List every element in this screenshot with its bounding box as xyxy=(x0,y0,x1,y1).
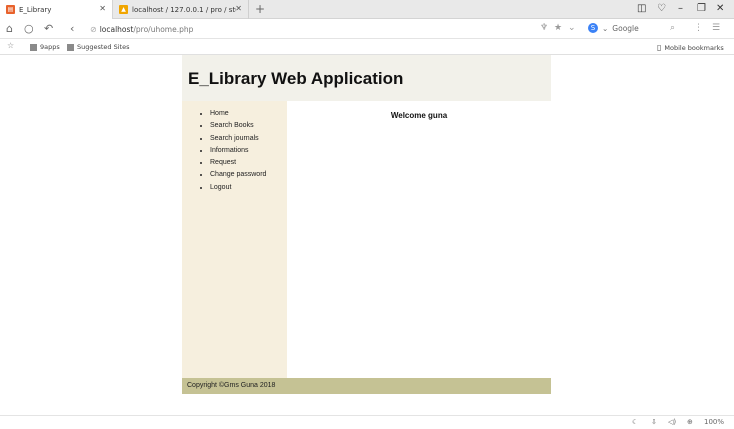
tab-title: E_Library xyxy=(19,5,52,14)
page-title: E_Library Web Application xyxy=(188,69,404,88)
tab-phpmyadmin[interactable]: ▲ localhost / 127.0.0.1 / pro / stu ✕ xyxy=(113,0,249,19)
main-content: Welcome guna xyxy=(287,101,551,378)
sidebar-toggle-icon[interactable]: ◫ xyxy=(637,3,646,14)
page-footer: Copyright ©Gms Guna 2018 xyxy=(182,378,551,394)
welcome-message: Welcome guna xyxy=(390,111,448,120)
plugin-icon[interactable]: ♆ xyxy=(540,23,548,33)
search-engine-selector[interactable]: S ⌄ Google xyxy=(588,23,639,33)
zoom-icon[interactable]: ⊕ xyxy=(687,418,693,426)
close-tab-icon[interactable]: ✕ xyxy=(235,4,242,13)
mobile-bookmarks[interactable]: ▯ Mobile bookmarks xyxy=(657,43,724,52)
bookmark-label: 9apps xyxy=(40,43,60,51)
sidebar: Home Search Books Search journals Inform… xyxy=(182,101,287,378)
refresh-icon[interactable]: ○ xyxy=(24,22,34,35)
menu-item-home[interactable]: Home xyxy=(210,108,266,120)
sound-icon[interactable]: ◁) xyxy=(668,418,676,426)
night-mode-icon[interactable]: ☾ xyxy=(632,418,638,426)
url-field[interactable]: ⊘ localhost/pro/uhome.php xyxy=(90,23,193,36)
back-icon[interactable]: ‹ xyxy=(70,22,74,35)
bookmark-suggested-sites[interactable]: Suggested Sites xyxy=(67,43,130,51)
phpmyadmin-favicon-icon: ▲ xyxy=(119,5,128,14)
status-bar: ☾ ⇩ ◁) ⊕ 100% xyxy=(0,415,734,429)
bookmark-star-icon[interactable]: ☆ xyxy=(7,41,14,50)
menu-item-search-books[interactable]: Search Books xyxy=(210,120,266,132)
bookmark-star-icon[interactable]: ★ xyxy=(554,23,562,33)
menu-item-search-journals[interactable]: Search journals xyxy=(210,133,266,145)
folder-icon xyxy=(67,43,74,51)
copyright-text: Copyright ©Gms Guna 2018 xyxy=(187,382,276,389)
tab-title: localhost / 127.0.0.1 / pro / stu xyxy=(132,5,236,14)
bookmarks-bar: ☆ 9apps Suggested Sites ▯ Mobile bookmar… xyxy=(0,40,734,55)
tab-bar: ▤ E_Library ✕ ▲ localhost / 127.0.0.1 / … xyxy=(0,0,734,19)
new-tab-icon[interactable]: + xyxy=(255,2,265,16)
menu-item-logout[interactable]: Logout xyxy=(210,182,266,194)
home-icon[interactable]: ⌂ xyxy=(6,22,13,35)
search-engine-icon: S xyxy=(588,23,598,33)
chevron-down-icon: ⌄ xyxy=(602,23,609,33)
tab-e-library[interactable]: ▤ E_Library ✕ xyxy=(0,0,113,19)
page-container: E_Library Web Application Home Search Bo… xyxy=(182,55,551,394)
menu-item-informations[interactable]: Informations xyxy=(210,145,266,157)
url-host: localhost xyxy=(99,25,134,34)
library-favicon-icon: ▤ xyxy=(6,5,15,14)
close-tab-icon[interactable]: ✕ xyxy=(99,4,106,13)
zoom-level[interactable]: 100% xyxy=(704,418,724,426)
search-engine-label: Google xyxy=(612,23,639,33)
shield-icon[interactable]: ♡ xyxy=(657,3,666,14)
page-info-icon[interactable]: ⊘ xyxy=(90,25,97,34)
more-icon[interactable]: ⋮ xyxy=(694,23,703,33)
bookmark-9apps[interactable]: 9apps xyxy=(30,43,60,51)
search-icon[interactable]: ⌕ xyxy=(670,23,675,33)
url-path: /pro/uhome.php xyxy=(133,25,194,34)
download-icon[interactable]: ⇩ xyxy=(651,418,657,426)
address-bar: ⌂ ○ ↶ ‹ ⊘ localhost/pro/uhome.php ♆ ★ ⌄ … xyxy=(0,20,734,39)
restore-icon[interactable]: ❐ xyxy=(697,3,706,14)
mobile-bookmarks-label: Mobile bookmarks xyxy=(664,43,724,52)
page-header: E_Library Web Application xyxy=(182,55,551,101)
chevron-down-icon[interactable]: ⌄ xyxy=(568,23,576,33)
bookmark-label: Suggested Sites xyxy=(77,43,130,51)
undo-icon[interactable]: ↶ xyxy=(44,22,53,35)
menu-item-request[interactable]: Request xyxy=(210,157,266,169)
close-window-icon[interactable]: ✕ xyxy=(716,3,724,14)
sidebar-menu: Home Search Books Search journals Inform… xyxy=(210,108,266,194)
menu-icon[interactable]: ☰ xyxy=(712,23,720,33)
folder-icon xyxy=(30,43,37,51)
minimize-icon[interactable]: – xyxy=(678,3,683,14)
menu-item-change-password[interactable]: Change password xyxy=(210,169,266,181)
mobile-icon: ▯ xyxy=(657,43,662,52)
